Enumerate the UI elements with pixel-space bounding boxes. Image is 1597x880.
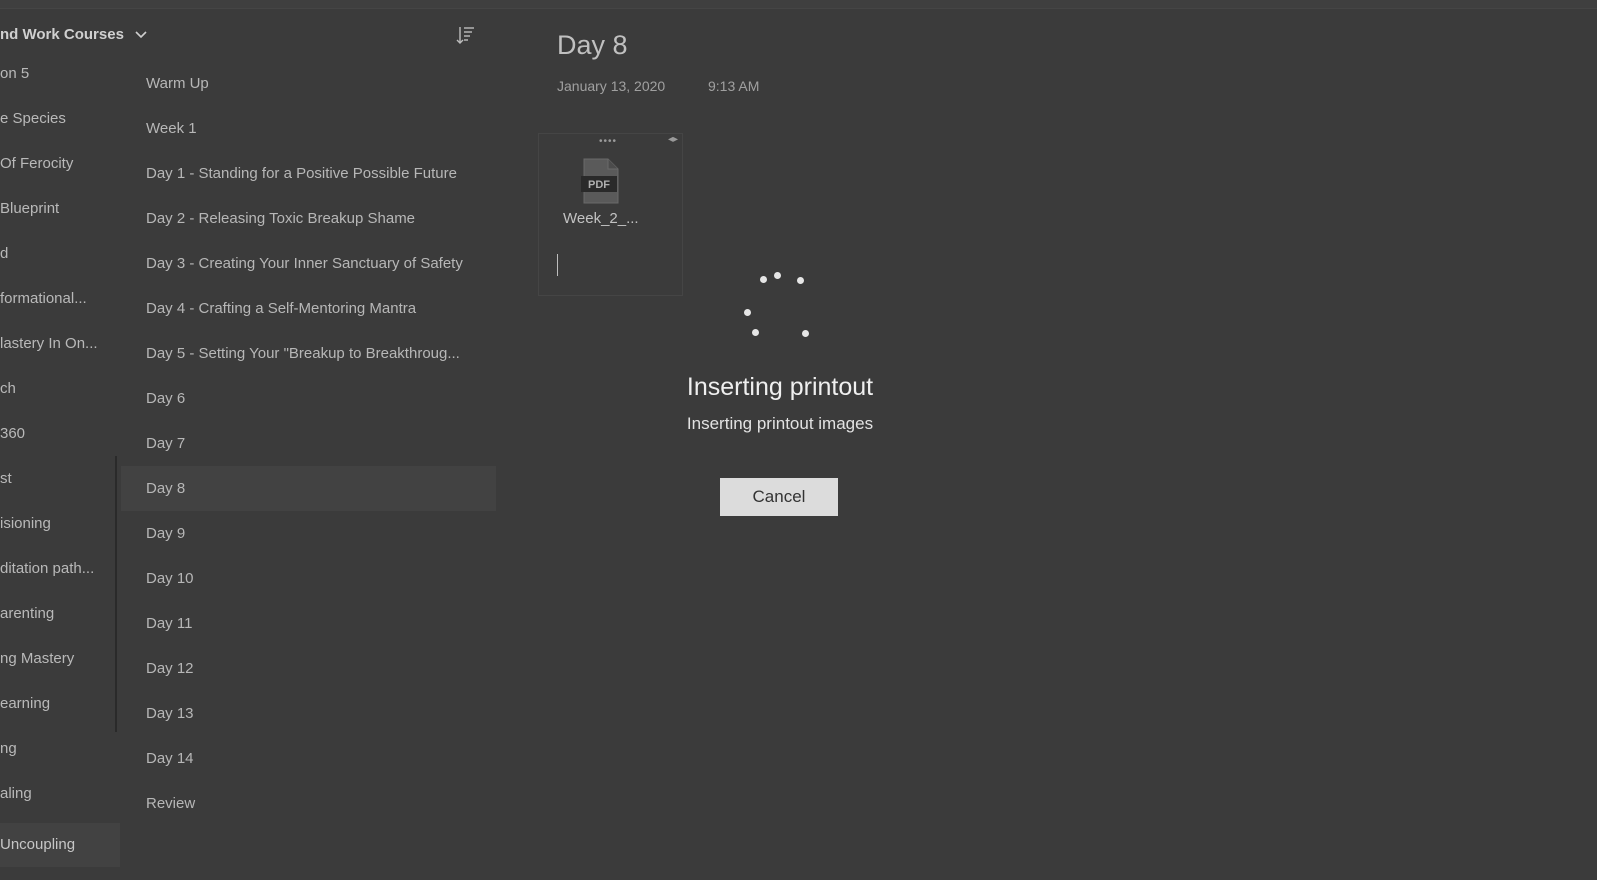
page-item[interactable]: Day 2 - Releasing Toxic Breakup Shame — [121, 196, 496, 241]
pdf-file-icon[interactable]: PDF — [580, 158, 620, 204]
notebook-title: nd Work Courses — [0, 25, 124, 43]
notebook-selector[interactable]: nd Work Courses — [0, 22, 148, 46]
section-item[interactable]: Blueprint — [0, 193, 120, 238]
dialog-subtitle: Inserting printout images — [686, 414, 874, 433]
page-item[interactable]: Review — [121, 781, 496, 826]
chevron-down-icon — [135, 31, 147, 39]
section-scrollbar[interactable] — [115, 456, 117, 732]
page-item[interactable]: Day 14 — [121, 736, 496, 781]
page-item[interactable]: Day 12 — [121, 646, 496, 691]
page-item[interactable]: Day 9 — [121, 511, 496, 556]
onenote-window: nd Work Courses on 5e Species Of Ferocity… — [0, 0, 1597, 880]
section-item[interactable]: d — [0, 238, 120, 283]
page-date: January 13, 2020 — [557, 78, 666, 94]
spinner-dot — [774, 272, 781, 279]
page-item[interactable]: Warm Up — [121, 61, 496, 106]
page-item[interactable]: Day 10 — [121, 556, 496, 601]
section-item[interactable]: Uncoupling — [0, 823, 120, 867]
spinner-dot — [802, 330, 809, 337]
page-item[interactable]: Week 1 — [121, 106, 496, 151]
page-time: 9:13 AM — [708, 78, 760, 94]
section-list: on 5e Species Of Ferocity Blueprint d format… — [0, 58, 120, 867]
section-item[interactable]: isioning — [0, 508, 120, 553]
page-item[interactable]: Day 1 - Standing for a Positive Possible… — [121, 151, 496, 196]
cancel-button[interactable]: Cancel — [720, 478, 838, 516]
attachment-name[interactable]: Week_2_... — [563, 210, 639, 227]
page-item[interactable]: Day 5 - Setting Your "Breakup to Breakth… — [121, 331, 496, 376]
page-item[interactable]: Day 11 — [121, 601, 496, 646]
pdf-icon-label: PDF — [588, 179, 610, 191]
note-container[interactable]: •••• ◂▸ PDF Week_2_... — [538, 133, 683, 296]
spinner-dot — [760, 276, 767, 283]
page-item[interactable]: Day 3 - Creating Your Inner Sanctuary of… — [121, 241, 496, 286]
section-item[interactable]: e Species — [0, 103, 120, 148]
section-item[interactable]: arenting — [0, 598, 120, 643]
page-title[interactable]: Day 8 — [557, 30, 628, 61]
section-item[interactable]: lastery In On... — [0, 328, 120, 373]
dialog-title: Inserting printout — [686, 373, 874, 401]
section-item[interactable]: st — [0, 463, 120, 508]
section-item[interactable]: Of Ferocity — [0, 148, 120, 193]
sort-pages-icon[interactable] — [454, 24, 476, 46]
page-item[interactable]: Day 8 — [121, 466, 496, 511]
resize-handle[interactable]: ◂▸ — [668, 134, 678, 145]
section-item[interactable]: formational... — [0, 283, 120, 328]
title-bar — [0, 0, 1597, 9]
section-item[interactable]: earning — [0, 688, 120, 733]
section-item[interactable]: ng — [0, 733, 120, 778]
spinner-dot — [752, 329, 759, 336]
progress-spinner — [735, 270, 815, 345]
drag-handle[interactable]: •••• — [599, 136, 617, 147]
spinner-dot — [797, 277, 804, 284]
page-timestamp: January 13, 2020 9:13 AM — [557, 78, 759, 94]
section-item[interactable]: ng Mastery — [0, 643, 120, 688]
page-item[interactable]: Day 13 — [121, 691, 496, 736]
page-list: Warm Up Week 1 Day 1 - Standing for a Posi… — [121, 61, 496, 826]
text-caret — [557, 254, 558, 276]
section-item[interactable]: ditation path... — [0, 553, 120, 598]
section-item[interactable]: aling — [0, 778, 120, 823]
page-item[interactable]: Day 4 - Crafting a Self-Mentoring Mantra — [121, 286, 496, 331]
spinner-dot — [744, 309, 751, 316]
section-item[interactable]: on 5 — [0, 58, 120, 103]
